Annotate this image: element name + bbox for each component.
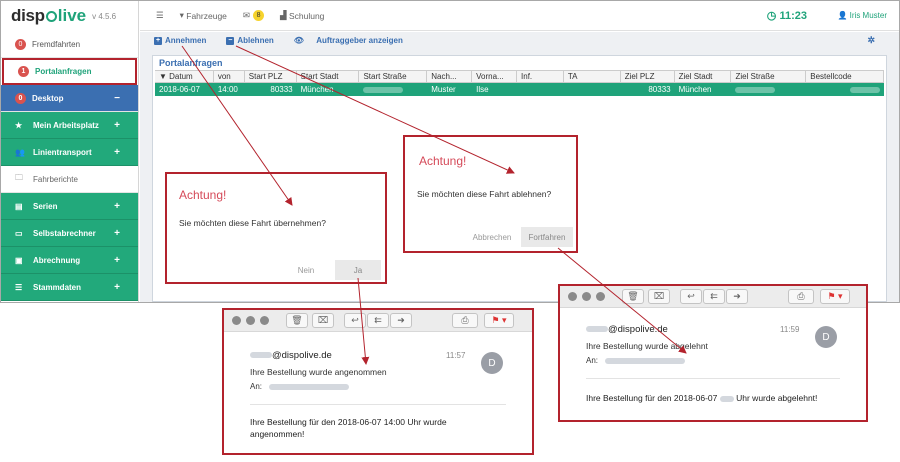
arrow-confirm-to-mail: [557, 247, 687, 354]
arrow-accept-to-dialog: [181, 45, 293, 206]
arrow-yes-to-mail: [357, 277, 370, 365]
annotation-arrows: [181, 45, 687, 365]
arrow-reject-to-dialog: [235, 45, 515, 174]
